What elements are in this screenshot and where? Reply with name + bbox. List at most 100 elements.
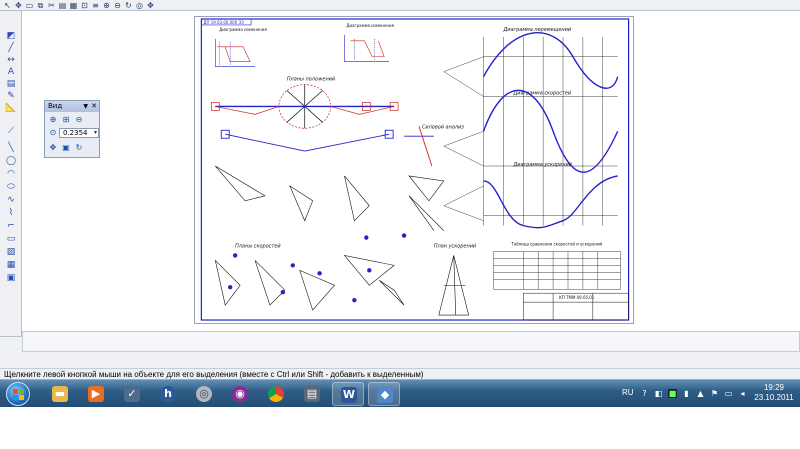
show-all-icon[interactable]: ▣	[61, 143, 71, 153]
measure-icon[interactable]: 📐	[5, 103, 17, 113]
layers-icon[interactable]: ≡	[91, 1, 100, 10]
paste-icon[interactable]: ▤	[58, 1, 67, 10]
chrome-icon	[268, 386, 284, 402]
property-panel[interactable]	[22, 331, 800, 352]
clock[interactable]: 19:29 23.10.2011	[754, 383, 794, 403]
diagram-accelerations: Диаграмма ускорений	[512, 162, 572, 168]
taskbar-hp[interactable]: h	[152, 382, 184, 406]
taskbar-word[interactable]: W	[332, 382, 364, 406]
clock-time: 19:29	[763, 383, 785, 392]
taskbar-kompas[interactable]: ◆	[368, 382, 400, 406]
force-polygons	[215, 165, 445, 231]
taskbar: ▬ ▶ ✓ h ◎ ◉ ▤ W ◆ RU ? ◧ ■ ▮ ▲ ⚑ ▭ ◂ 19:…	[0, 379, 800, 407]
pan-icon[interactable]: ✥	[48, 143, 58, 153]
pan-icon[interactable]: ✥	[14, 1, 23, 10]
spline-icon[interactable]: ∿	[5, 195, 17, 205]
linkage-force	[220, 126, 434, 167]
volume-icon[interactable]: ◂	[738, 389, 747, 398]
explorer-icon: ▬	[52, 386, 68, 402]
work-diagram-right	[344, 34, 390, 63]
zoom-out-icon[interactable]: ⊖	[113, 1, 122, 10]
diagram-displacements: Диаграмма перемещений	[502, 27, 571, 33]
empty-area	[0, 407, 800, 449]
work-diagram-left	[215, 38, 256, 67]
circle-icon[interactable]: ◯	[5, 156, 17, 166]
fit-icon[interactable]: ◎	[135, 1, 144, 10]
taskbar-app[interactable]: ◉	[224, 382, 256, 406]
zoom-in-icon[interactable]: ⊕	[48, 115, 58, 125]
zoom-window-icon[interactable]: ⊞	[61, 115, 71, 125]
view-panel-header[interactable]: Вид ▼ ✕	[45, 101, 99, 112]
snap-icon[interactable]: ⊡	[80, 1, 89, 10]
rectangle-icon[interactable]: ▭	[5, 234, 17, 244]
refresh-icon[interactable]: ↻	[74, 143, 84, 153]
table-icon[interactable]: ▦	[5, 260, 17, 270]
library-icon[interactable]: ▣	[5, 273, 17, 283]
move-icon[interactable]: ✥	[146, 1, 155, 10]
start-button[interactable]	[6, 382, 30, 406]
param-icon[interactable]: ⟋	[5, 126, 17, 136]
geometry-icon[interactable]: ◩	[5, 31, 17, 41]
battery-icon[interactable]: ▭	[724, 389, 733, 398]
clock-date: 23.10.2011	[754, 393, 794, 402]
taskbar-printer[interactable]: ▤	[296, 382, 328, 406]
hp-icon: h	[160, 386, 176, 402]
title-block-code: КП ТММ 09.05.01	[559, 295, 595, 300]
flag-icon[interactable]: ⚑	[710, 389, 719, 398]
select-icon[interactable]: ▭	[25, 1, 34, 10]
disc-icon: ◎	[196, 386, 212, 402]
left-toolbar: ◩ ╱ ↔ A ▤ ✎ 📐 ⟋ ╲ ◯ ◠ ⬭ ∿ ⌇ ⌐ ▭ ▨ ▦ ▣	[0, 11, 22, 336]
pin-icon[interactable]: ▼	[83, 101, 88, 112]
help-icon[interactable]: ?	[640, 389, 649, 398]
chamfer-icon[interactable]: ⌐	[5, 221, 17, 231]
close-icon[interactable]: ✕	[91, 101, 97, 112]
media-player-icon: ▶	[88, 386, 104, 402]
taskbar-task[interactable]: ✓	[116, 382, 148, 406]
drawing-sheet[interactable]: ДП 19.03.00.000 ЭЗ Диаграмма изменения Д…	[194, 16, 634, 324]
curve-velocity	[482, 89, 619, 173]
arc-icon[interactable]: ◠	[5, 169, 17, 179]
line-icon[interactable]: ╱	[5, 43, 17, 53]
language-indicator[interactable]: RU	[622, 388, 634, 397]
arrow-up-icon[interactable]: ▲	[696, 389, 705, 398]
dimension-icon[interactable]: ↔	[5, 55, 17, 65]
zoom-in-icon[interactable]: ⊕	[102, 1, 111, 10]
kompas-icon: ◆	[377, 387, 393, 403]
diagram-grid	[443, 36, 618, 226]
stamp-top-left: ДП 19.03.00.000 ЭЗ	[203, 20, 244, 25]
ellipse-icon[interactable]: ⬭	[5, 182, 17, 192]
acceleration-plan	[438, 255, 470, 316]
status-bar: Щелкните левой кнопкой мыши на объекте д…	[0, 368, 800, 379]
hatch-icon[interactable]: ▨	[5, 247, 17, 257]
security-icon[interactable]: ◧	[654, 389, 663, 398]
spec-icon[interactable]: ▤	[5, 79, 17, 89]
text-icon[interactable]: A	[5, 67, 17, 77]
table-title: Таблица сравнения скоростей и ускорений	[510, 242, 602, 247]
task-icon: ✓	[124, 386, 140, 402]
positions-mechanism	[210, 84, 399, 129]
polyline-icon[interactable]: ⌇	[5, 208, 17, 218]
grid-icon[interactable]: ▦	[69, 1, 78, 10]
edit-icon[interactable]: ✎	[5, 91, 17, 101]
zoom-scale-icon[interactable]: ⊙	[48, 128, 58, 138]
chevron-down-icon[interactable]: ▾	[94, 129, 97, 137]
segment-icon[interactable]: ╲	[5, 143, 17, 153]
diagram-work-2: Диаграмма изменения	[346, 23, 394, 28]
zoom-out-icon[interactable]: ⊖	[74, 115, 84, 125]
pointer-icon[interactable]: ↖	[3, 1, 12, 10]
taskbar-explorer[interactable]: ▬	[44, 382, 76, 406]
taskbar-chrome[interactable]	[260, 382, 292, 406]
cut-icon[interactable]: ✂	[47, 1, 56, 10]
diagram-work-1: Диаграмма изменения	[219, 27, 267, 32]
copy-icon[interactable]: ⧉	[36, 1, 45, 10]
taskbar-media-player[interactable]: ▶	[80, 382, 112, 406]
network-icon[interactable]: ▮	[682, 389, 691, 398]
section-velocity-plans: Планы скоростей	[235, 243, 281, 249]
status-hint: Щелкните левой кнопкой мыши на объекте д…	[4, 370, 424, 379]
taskbar-disc[interactable]: ◎	[188, 382, 220, 406]
view-panel[interactable]: Вид ▼ ✕ ⊕ ⊞ ⊖ ⊙ 0.2354 ▾ ✥ ▣ ↻	[44, 100, 100, 158]
nvidia-icon[interactable]: ■	[668, 389, 677, 398]
refresh-icon[interactable]: ↻	[124, 1, 133, 10]
curve-displacement	[482, 32, 619, 89]
scale-select[interactable]: 0.2354 ▾	[59, 128, 99, 138]
